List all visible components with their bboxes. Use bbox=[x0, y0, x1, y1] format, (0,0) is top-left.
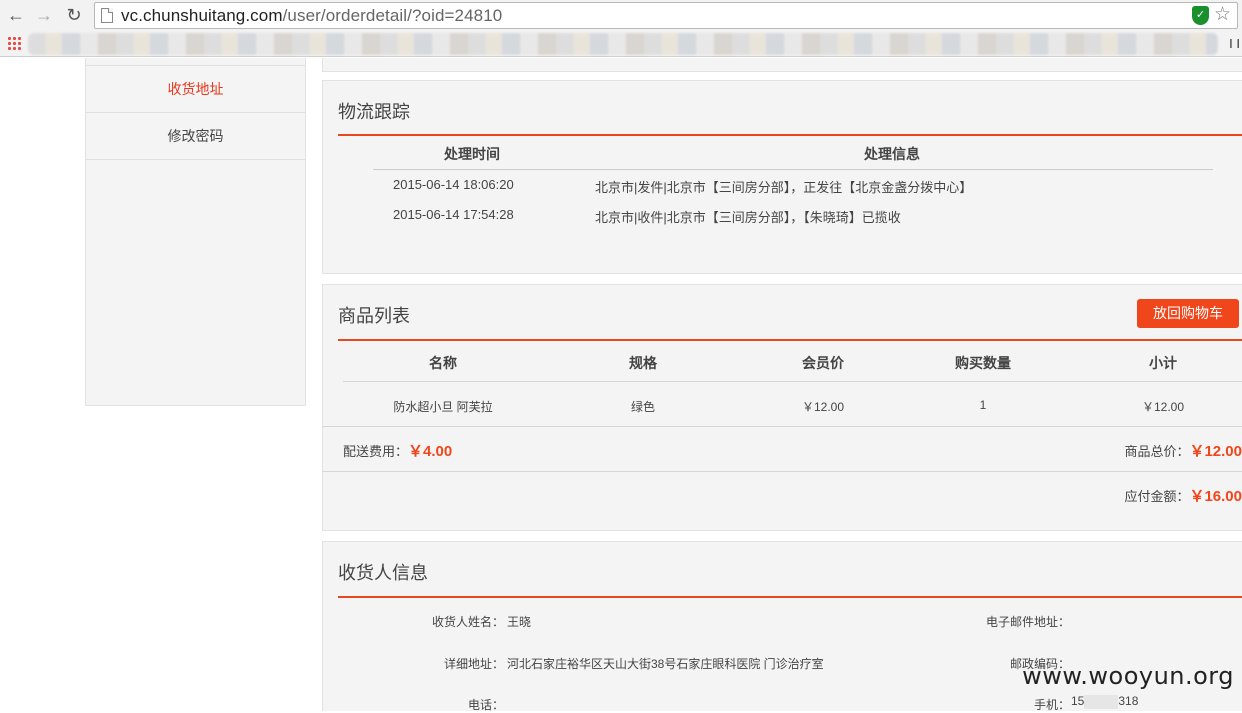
shipping-fee: 配送费用：￥4.00 bbox=[343, 440, 452, 461]
receiver-email-label: 电子邮件地址： bbox=[985, 615, 1070, 629]
address-bar[interactable]: vc.chunshuitang.com/user/orderdetail/?oi… bbox=[94, 2, 1238, 29]
goods-total-label: 商品总价： bbox=[1124, 444, 1190, 459]
receiver-address-label: 详细地址： bbox=[443, 657, 504, 671]
goods-header-qty: 购买数量 bbox=[955, 355, 1011, 371]
logistics-row-info: 北京市|收件|北京市【三间房分部】，【朱晓琦】已揽收 bbox=[595, 210, 901, 225]
blurred-bookmarks bbox=[28, 33, 1218, 55]
star-icon[interactable]: ☆ bbox=[1214, 3, 1231, 26]
goods-cell-spec: 绿色 bbox=[630, 400, 655, 414]
back-arrow-icon[interactable]: ← bbox=[5, 4, 27, 26]
receiver-phone-label: 电话： bbox=[467, 698, 504, 712]
goods-header-divider bbox=[343, 381, 1242, 382]
sidebar-item-change-password[interactable]: 修改密码 bbox=[86, 113, 305, 160]
receiver-name-value: 王晓 bbox=[507, 615, 532, 629]
bookmark-tail[interactable]: I I bbox=[1229, 36, 1240, 51]
goods-header-name: 名称 bbox=[429, 355, 457, 371]
shipping-fee-value: ￥4.00 bbox=[408, 443, 453, 460]
goods-cell-name[interactable]: 防水超小旦 阿芙拉 bbox=[373, 398, 513, 415]
shipping-fee-label: 配送费用： bbox=[343, 444, 409, 459]
goods-panel: 商品列表 放回购物车 名称 规格 会员价 购买数量 小计 防水超小旦 阿芙拉 绿… bbox=[322, 284, 1242, 531]
goods-title: 商品列表 bbox=[338, 306, 410, 326]
goods-header-subtotal: 小计 bbox=[1149, 355, 1177, 371]
goods-cell-subtotal: ￥12.00 bbox=[1141, 400, 1185, 414]
logistics-header-time: 处理时间 bbox=[444, 146, 500, 162]
mobile-mask bbox=[1084, 694, 1119, 709]
goods-row-divider bbox=[323, 426, 1242, 427]
goods-total: 商品总价：￥12.00 bbox=[1124, 440, 1242, 461]
goods-total-value: ￥12.00 bbox=[1189, 443, 1242, 460]
reload-icon[interactable]: ↻ bbox=[63, 4, 85, 26]
watermark: www.wooyun.org bbox=[1022, 662, 1234, 690]
url-host: vc.chunshuitang.com bbox=[121, 6, 283, 25]
receiver-mobile-label: 手机： bbox=[1033, 698, 1070, 712]
goods-cell-price: ￥12.00 bbox=[801, 400, 845, 414]
receiver-title: 收货人信息 bbox=[338, 563, 428, 583]
goods-rule bbox=[338, 339, 1242, 341]
url-text[interactable]: vc.chunshuitang.com/user/orderdetail/?oi… bbox=[121, 6, 502, 26]
shield-icon[interactable]: ✓ bbox=[1192, 6, 1209, 25]
logistics-row-time: 2015-06-14 18:06:20 bbox=[393, 177, 514, 192]
payable-amount-label: 应付金额： bbox=[1124, 489, 1190, 504]
page-icon bbox=[101, 8, 113, 23]
receiver-mobile-value: 15 318 bbox=[1071, 694, 1138, 709]
goods-header-spec: 规格 bbox=[629, 355, 657, 371]
goods-header-price: 会员价 bbox=[802, 355, 844, 371]
logistics-title: 物流跟踪 bbox=[338, 102, 410, 122]
goods-cell-qty: 1 bbox=[979, 398, 987, 412]
logistics-rule bbox=[338, 134, 1242, 136]
logistics-panel: 物流跟踪 处理时间 处理信息 2015-06-14 18:06:20 北京市|发… bbox=[322, 80, 1242, 274]
logistics-row-info: 北京市|发件|北京市【三间房分部】，正发往【北京金盏分拨中心】 bbox=[595, 180, 973, 195]
previous-panel bbox=[322, 58, 1242, 72]
logistics-header-info: 处理信息 bbox=[864, 146, 920, 162]
bookmarks-bar: I I bbox=[0, 31, 1242, 56]
sidebar-top-divider bbox=[86, 58, 305, 66]
receiver-rule bbox=[338, 596, 1242, 598]
receiver-address-value: 河北石家庄裕华区天山大街38号石家庄眼科医院 门诊治疗室 bbox=[507, 657, 824, 671]
url-path: /user/orderdetail/?oid=24810 bbox=[282, 6, 503, 25]
summary-divider bbox=[323, 471, 1242, 472]
payable-amount-value: ￥16.00 bbox=[1189, 488, 1242, 505]
receiver-name-label: 收货人姓名： bbox=[431, 615, 504, 629]
logistics-row-time: 2015-06-14 17:54:28 bbox=[393, 207, 514, 222]
return-to-cart-button[interactable]: 放回购物车 bbox=[1137, 299, 1239, 328]
payable-amount: 应付金额：￥16.00 bbox=[1124, 485, 1242, 506]
browser-chrome: ← → ↻ vc.chunshuitang.com/user/orderdeta… bbox=[0, 0, 1242, 57]
user-sidebar: 收货地址 修改密码 bbox=[85, 58, 306, 406]
sidebar-item-address[interactable]: 收货地址 bbox=[86, 66, 305, 113]
apps-icon[interactable] bbox=[7, 36, 21, 50]
forward-arrow-icon[interactable]: → bbox=[33, 4, 55, 26]
logistics-header-divider bbox=[373, 169, 1213, 170]
